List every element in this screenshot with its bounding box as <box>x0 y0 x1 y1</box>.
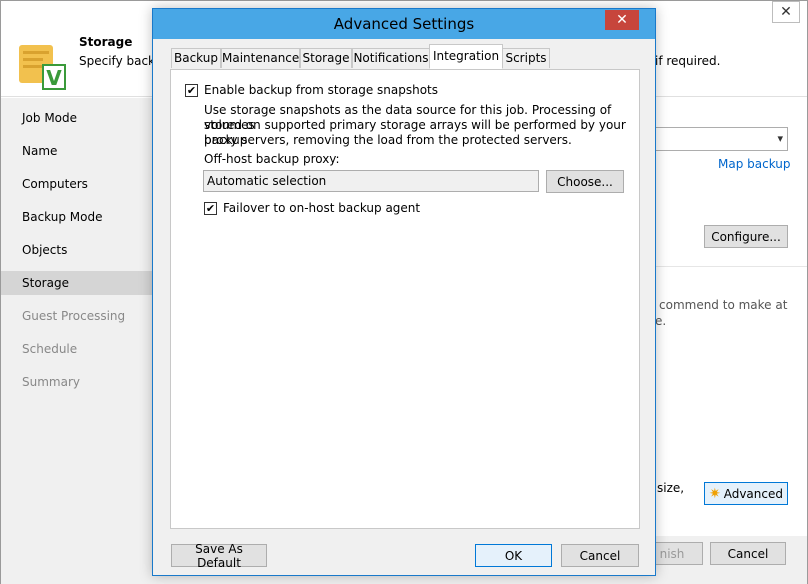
checkmark-icon: ✔ <box>205 202 216 215</box>
nav-item-backup-mode[interactable]: Backup Mode <box>1 205 153 229</box>
tab-backup[interactable]: Backup <box>171 48 221 68</box>
backup-repository-select[interactable]: ▾ <box>655 127 788 151</box>
wizard-cancel-button[interactable]: Cancel <box>710 542 786 565</box>
failover-label[interactable]: Failover to on-host backup agent <box>223 201 420 215</box>
wizard-nav: Job Mode Name Computers Backup Mode Obje… <box>1 98 153 584</box>
size-text: size, <box>657 481 685 495</box>
dialog-title: Advanced Settings <box>333 15 475 33</box>
advanced-button-label: Advanced <box>723 486 783 501</box>
close-icon: ✕ <box>616 12 628 28</box>
enable-snapshots-checkbox[interactable]: ✔ <box>185 84 198 97</box>
tab-notifications[interactable]: Notifications <box>352 48 430 68</box>
proxy-field[interactable]: Automatic selection <box>203 170 539 192</box>
chevron-down-icon: ▾ <box>777 132 783 145</box>
recommend-text: commend to make at <box>659 298 788 312</box>
wizard-step-title: Storage <box>79 35 133 49</box>
proxy-label: Off-host backup proxy: <box>204 152 340 166</box>
choose-proxy-button[interactable]: Choose... <box>546 170 624 193</box>
snapshot-description-line-3: proxy servers, removing the load from th… <box>204 133 572 147</box>
ok-button[interactable]: OK <box>475 544 552 567</box>
nav-item-name[interactable]: Name <box>1 139 153 163</box>
svg-text:V: V <box>46 66 62 90</box>
nav-item-storage[interactable]: Storage <box>1 271 153 295</box>
gear-icon: ✷ <box>708 485 721 502</box>
nav-item-computers[interactable]: Computers <box>1 172 153 196</box>
tab-integration[interactable]: Integration <box>429 44 503 69</box>
tab-scripts[interactable]: Scripts <box>502 48 550 68</box>
wizard-step-description: Specify backu <box>79 54 163 68</box>
close-icon: ✕ <box>780 4 792 20</box>
storage-scroll-icon: V <box>19 45 66 90</box>
map-backup-link[interactable]: Map backup <box>718 157 791 171</box>
checkmark-icon: ✔ <box>186 84 197 97</box>
wizard-step-description-tail: if required. <box>655 54 721 68</box>
failover-checkbox[interactable]: ✔ <box>204 202 217 215</box>
dialog-close-button[interactable]: ✕ <box>605 10 639 30</box>
nav-item-summary[interactable]: Summary <box>1 370 153 394</box>
configure-button[interactable]: Configure... <box>704 225 788 248</box>
dialog-cancel-button[interactable]: Cancel <box>561 544 639 567</box>
tab-maintenance[interactable]: Maintenance <box>221 48 300 68</box>
enable-snapshots-label[interactable]: Enable backup from storage snapshots <box>204 83 438 97</box>
nav-item-guest-processing[interactable]: Guest Processing <box>1 304 153 328</box>
divider <box>655 266 807 267</box>
dialog-body: Backup Maintenance Storage Notifications… <box>160 39 648 570</box>
advanced-settings-dialog: Advanced Settings ✕ Backup Maintenance S… <box>152 8 656 576</box>
nav-item-job-mode[interactable]: Job Mode <box>1 106 153 130</box>
advanced-button[interactable]: ✷ Advanced <box>704 482 788 505</box>
recommend-text-2: e. <box>655 314 667 328</box>
integration-panel: ✔ Enable backup from storage snapshots U… <box>170 69 640 529</box>
wizard-close-button[interactable]: ✕ <box>772 1 800 23</box>
save-as-default-button[interactable]: Save As Default <box>171 542 267 570</box>
nav-item-objects[interactable]: Objects <box>1 238 153 262</box>
tab-storage[interactable]: Storage <box>300 48 352 68</box>
dialog-titlebar: Advanced Settings ✕ <box>153 9 655 39</box>
nav-item-schedule[interactable]: Schedule <box>1 337 153 361</box>
